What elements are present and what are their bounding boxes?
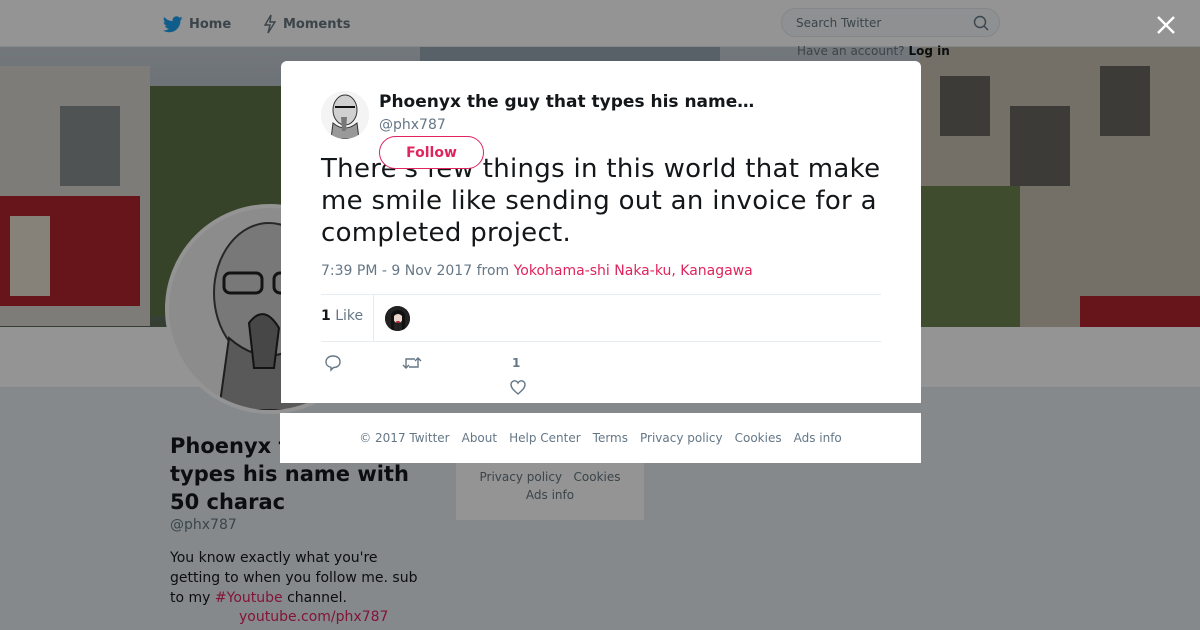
author-avatar-image: [321, 91, 369, 139]
like-action-count: 1: [512, 356, 521, 370]
likes-stat[interactable]: 1 Like: [321, 308, 363, 324]
tweet-timestamp[interactable]: 7:39 PM - 9 Nov 2017 from: [321, 263, 514, 279]
retweet-icon[interactable]: [402, 354, 422, 372]
footer-terms-link[interactable]: Terms: [593, 431, 628, 445]
likes-count: 1: [321, 308, 331, 324]
heart-icon[interactable]: [509, 378, 527, 396]
divider: [321, 294, 881, 295]
footer-cookies-link[interactable]: Cookies: [735, 431, 782, 445]
liker-avatar[interactable]: [385, 306, 410, 331]
close-icon[interactable]: [1152, 11, 1180, 39]
tweet-metadata: 7:39 PM - 9 Nov 2017 from Yokohama-shi N…: [321, 263, 753, 279]
follow-button[interactable]: Follow: [379, 136, 484, 169]
footer-ads-info-link[interactable]: Ads info: [794, 431, 842, 445]
liker-avatar-image: [385, 306, 410, 331]
tweet-author-handle[interactable]: @phx787: [379, 117, 446, 133]
tweet-permalink-modal: Phoenyx the guy that types his name… @ph…: [281, 61, 921, 403]
likes-label: Like: [335, 308, 364, 324]
footer-privacy-link[interactable]: Privacy policy: [640, 431, 723, 445]
footer-about-link[interactable]: About: [462, 431, 497, 445]
modal-footer: © 2017 Twitter About Help Center Terms P…: [280, 413, 921, 463]
stat-divider: [373, 295, 374, 341]
tweet-author-avatar[interactable]: [321, 91, 369, 139]
footer-help-center-link[interactable]: Help Center: [509, 431, 581, 445]
divider: [321, 341, 881, 342]
copyright-text: © 2017 Twitter: [359, 431, 450, 445]
tweet-author-name[interactable]: Phoenyx the guy that types his name…: [379, 92, 754, 112]
reply-icon[interactable]: [324, 354, 342, 372]
tweet-location-link[interactable]: Yokohama-shi Naka-ku, Kanagawa: [514, 263, 753, 279]
